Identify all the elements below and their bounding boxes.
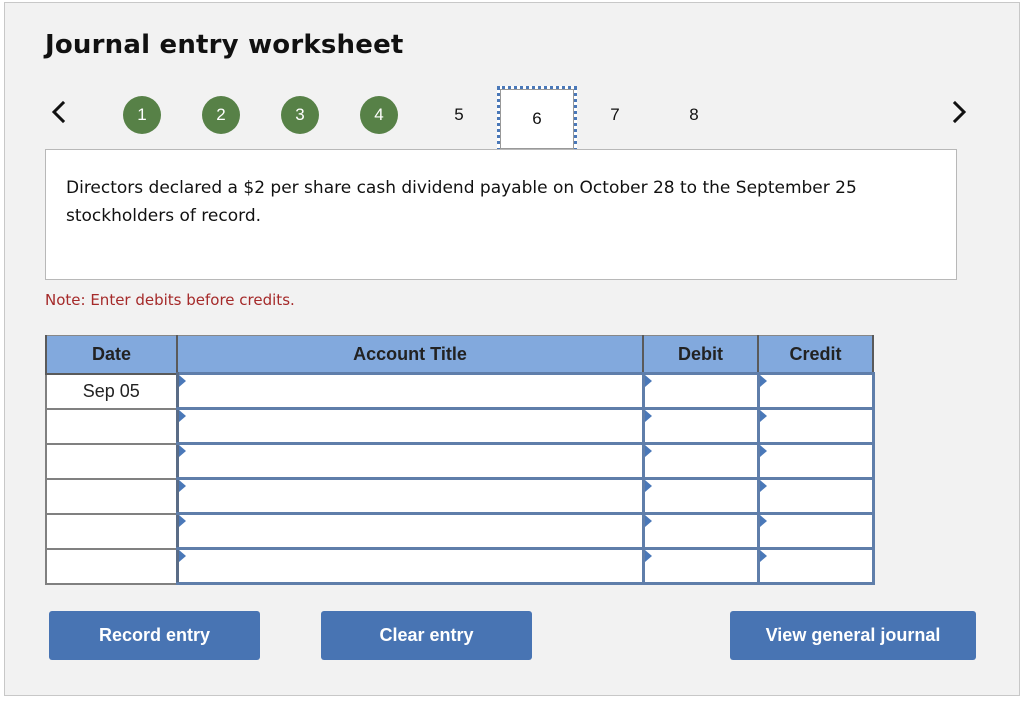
dropdown-indicator-icon xyxy=(644,445,652,457)
date-cell xyxy=(45,442,178,480)
account-title-input[interactable] xyxy=(178,515,642,547)
credit-cell[interactable] xyxy=(756,442,875,480)
debit-cell[interactable] xyxy=(641,442,760,480)
record-entry-button[interactable]: Record entry xyxy=(49,611,260,660)
next-button[interactable] xyxy=(947,97,971,127)
header-debit: Debit xyxy=(642,335,759,375)
debit-cell[interactable] xyxy=(641,547,760,585)
account-title-cell[interactable] xyxy=(175,512,645,550)
dropdown-indicator-icon xyxy=(644,375,652,387)
credit-cell[interactable] xyxy=(756,407,875,445)
header-account-title: Account Title xyxy=(176,335,644,375)
table-header-row: Date Account Title Debit Credit xyxy=(45,335,874,375)
account-title-cell[interactable] xyxy=(175,407,645,445)
debit-input[interactable] xyxy=(644,375,757,407)
account-title-input[interactable] xyxy=(178,480,642,512)
debit-input[interactable] xyxy=(644,480,757,512)
dropdown-indicator-icon xyxy=(759,480,767,492)
date-cell xyxy=(45,512,178,550)
dropdown-indicator-icon xyxy=(644,480,652,492)
account-title-input[interactable] xyxy=(178,410,642,442)
credit-cell[interactable] xyxy=(756,512,875,550)
credit-input[interactable] xyxy=(759,445,872,477)
account-title-input[interactable] xyxy=(178,375,642,407)
table-row xyxy=(45,512,875,550)
debit-input[interactable] xyxy=(644,445,757,477)
view-general-journal-button[interactable]: View general journal xyxy=(730,611,976,660)
table-row: Sep 05 xyxy=(45,372,875,410)
instruction-note: Note: Enter debits before credits. xyxy=(45,291,295,309)
account-title-cell[interactable] xyxy=(175,372,645,410)
step-5[interactable]: 5 xyxy=(440,96,478,134)
dropdown-indicator-icon xyxy=(759,410,767,422)
header-date: Date xyxy=(45,335,178,375)
credit-input[interactable] xyxy=(759,550,872,582)
debit-input[interactable] xyxy=(644,515,757,547)
journal-entry-table: Date Account Title Debit Credit Sep 05 xyxy=(45,335,875,585)
step-7[interactable]: 7 xyxy=(596,96,634,134)
step-2[interactable]: 2 xyxy=(202,96,240,134)
credit-cell[interactable] xyxy=(756,477,875,515)
account-title-input[interactable] xyxy=(178,445,642,477)
credit-cell[interactable] xyxy=(756,372,875,410)
dropdown-indicator-icon xyxy=(759,550,767,562)
header-credit: Credit xyxy=(757,335,874,375)
debit-cell[interactable] xyxy=(641,477,760,515)
account-title-cell[interactable] xyxy=(175,547,645,585)
debit-cell[interactable] xyxy=(641,372,760,410)
date-cell xyxy=(45,407,178,445)
table-row xyxy=(45,477,875,515)
step-8[interactable]: 8 xyxy=(675,96,713,134)
account-title-cell[interactable] xyxy=(175,442,645,480)
dropdown-indicator-icon xyxy=(178,410,186,422)
table-row xyxy=(45,407,875,445)
debit-input[interactable] xyxy=(644,550,757,582)
debit-input[interactable] xyxy=(644,410,757,442)
credit-input[interactable] xyxy=(759,375,872,407)
chevron-right-icon xyxy=(952,100,967,124)
credit-input[interactable] xyxy=(759,480,872,512)
step-3[interactable]: 3 xyxy=(281,96,319,134)
debit-cell[interactable] xyxy=(641,512,760,550)
question-text: Directors declared a $2 per share cash d… xyxy=(45,149,957,280)
credit-input[interactable] xyxy=(759,410,872,442)
account-title-input[interactable] xyxy=(178,550,642,582)
dropdown-indicator-icon xyxy=(644,410,652,422)
step-1[interactable]: 1 xyxy=(123,96,161,134)
dropdown-indicator-icon xyxy=(644,550,652,562)
step-4[interactable]: 4 xyxy=(360,96,398,134)
step-6-current[interactable]: 6 xyxy=(497,86,577,152)
dropdown-indicator-icon xyxy=(178,480,186,492)
date-cell xyxy=(45,547,178,585)
dropdown-indicator-icon xyxy=(644,515,652,527)
date-cell xyxy=(45,477,178,515)
dropdown-indicator-icon xyxy=(178,550,186,562)
dropdown-indicator-icon xyxy=(178,375,186,387)
dropdown-indicator-icon xyxy=(759,515,767,527)
previous-button[interactable] xyxy=(47,97,71,127)
account-title-cell[interactable] xyxy=(175,477,645,515)
clear-entry-button[interactable]: Clear entry xyxy=(321,611,532,660)
debit-cell[interactable] xyxy=(641,407,760,445)
credit-cell[interactable] xyxy=(756,547,875,585)
dropdown-indicator-icon xyxy=(759,375,767,387)
credit-input[interactable] xyxy=(759,515,872,547)
dropdown-indicator-icon xyxy=(178,445,186,457)
date-cell: Sep 05 xyxy=(45,372,178,410)
table-row xyxy=(45,547,875,585)
dropdown-indicator-icon xyxy=(178,515,186,527)
page-title: Journal entry worksheet xyxy=(45,30,404,60)
table-row xyxy=(45,442,875,480)
chevron-left-icon xyxy=(51,100,66,124)
dropdown-indicator-icon xyxy=(759,445,767,457)
